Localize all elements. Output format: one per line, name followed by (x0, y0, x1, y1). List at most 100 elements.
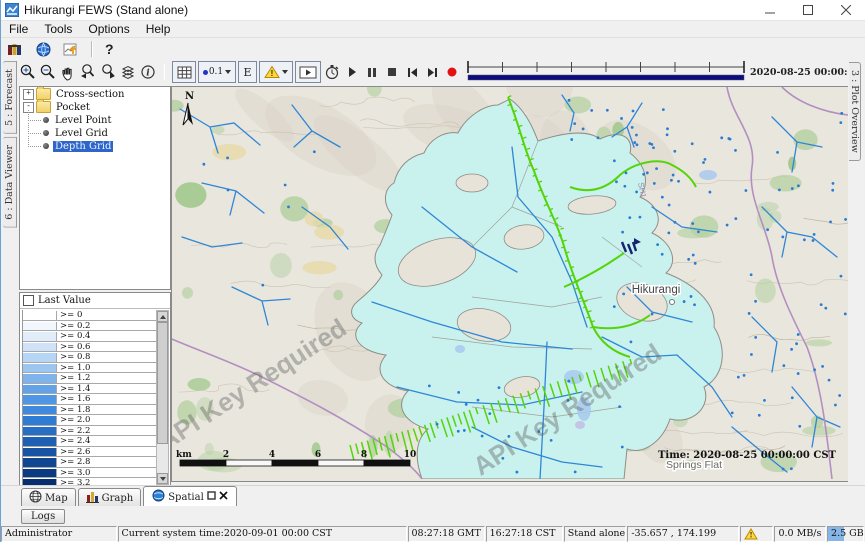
status-bar: AdministratorCurrent system time:2020-09… (1, 526, 865, 542)
legend-label: >= 3.0 (57, 469, 90, 478)
svg-text:km: km (176, 450, 192, 460)
zoom-previous-icon[interactable] (78, 62, 98, 82)
town-marker (670, 300, 675, 305)
restore-icon[interactable] (207, 491, 216, 503)
legend-row[interactable]: >= 2.0 (23, 415, 157, 426)
legend-swatch (23, 374, 57, 383)
legend-label: >= 1.2 (57, 374, 90, 383)
logs-button[interactable]: Logs (21, 509, 65, 524)
timer-icon[interactable] (322, 62, 342, 82)
menu-item-help[interactable]: Help (138, 22, 179, 36)
legend-row[interactable]: >= 0.6 (23, 342, 157, 353)
legend-label: >= 1.0 (57, 364, 90, 373)
close-button[interactable] (827, 0, 865, 20)
tree-item-label[interactable]: Cross-section (54, 89, 126, 100)
skip-start-icon[interactable] (402, 62, 422, 82)
layers-icon[interactable] (118, 62, 138, 82)
minimize-button[interactable] (751, 0, 789, 20)
left-tab[interactable]: 6 : Data Viewer (3, 137, 17, 228)
warning-dropdown[interactable]: ! (259, 61, 293, 83)
tree-item[interactable]: Level Point (23, 114, 170, 126)
zoom-out-icon[interactable] (38, 62, 58, 82)
status-cell: 08:27:18 GMT (408, 526, 485, 542)
video-play-button[interactable] (295, 61, 321, 83)
logs-row: Logs (1, 506, 865, 526)
menu-item-file[interactable]: File (1, 22, 36, 36)
scroll-down-icon[interactable] (157, 473, 168, 484)
legend-scrollbar[interactable] (156, 310, 169, 485)
labels-button[interactable]: E (238, 61, 257, 83)
tree-item[interactable]: Level Grid (23, 127, 170, 139)
last-value-checkbox[interactable] (23, 295, 34, 306)
legend-row[interactable]: >= 0.4 (23, 331, 157, 342)
time-slider[interactable] (466, 60, 746, 85)
legend-row[interactable]: >= 1.2 (23, 373, 157, 384)
legend-row[interactable]: >= 1.0 (23, 363, 157, 374)
status-memory: 2.5 GB (827, 526, 864, 542)
legend-row[interactable]: >= 3.0 (23, 468, 157, 479)
record-icon[interactable] (442, 62, 462, 82)
legend-row[interactable]: >= 2.2 (23, 426, 157, 437)
close-tab-icon[interactable] (219, 491, 228, 503)
expand-icon[interactable]: + (23, 89, 34, 100)
spatial-globe-icon (152, 489, 165, 505)
tab-map[interactable]: Map (21, 488, 76, 507)
help-icon[interactable]: ? (99, 41, 120, 57)
legend-swatch (23, 458, 57, 467)
svg-text:N: N (185, 91, 194, 102)
zoom-next-icon[interactable] (98, 62, 118, 82)
legend-row[interactable]: >= 0.8 (23, 352, 157, 363)
legend-row[interactable]: >= 2.4 (23, 436, 157, 447)
pause-icon[interactable] (362, 62, 382, 82)
map-container: SH1 Hikurangi Springs Flat API Key Requi… (171, 86, 851, 482)
legend-label: >= 2.8 (57, 458, 90, 467)
tab-label: Spatial (168, 492, 204, 503)
globe-icon[interactable] (33, 40, 53, 58)
right-tab-plot-overview[interactable]: 3 : Plot Overview (849, 62, 861, 161)
skip-end-icon[interactable] (422, 62, 442, 82)
menu-item-tools[interactable]: Tools (36, 22, 80, 36)
legend-row[interactable]: >= 3.2 (23, 478, 157, 485)
tree-item-label[interactable]: Depth Grid (53, 141, 113, 152)
legend-row[interactable]: >= 0.2 (23, 321, 157, 332)
tab-spatial[interactable]: Spatial (143, 486, 237, 507)
legend-label: >= 1.6 (57, 395, 90, 404)
status-warning-icon[interactable]: ! (740, 526, 773, 542)
value-scale-dropdown[interactable]: 0.1 (198, 61, 236, 83)
tree-item-label[interactable]: Level Point (53, 115, 114, 126)
menu-item-options[interactable]: Options (80, 22, 137, 36)
grid-button[interactable] (172, 61, 196, 83)
chart-icon[interactable] (61, 40, 81, 58)
legend-row[interactable]: >= 0 (23, 310, 157, 321)
play-icon[interactable] (342, 62, 362, 82)
tree-item[interactable]: Depth Grid (23, 140, 170, 152)
legend-row[interactable]: >= 1.6 (23, 394, 157, 405)
left-tab[interactable]: 5 : Forecast (3, 61, 17, 134)
info-icon[interactable]: i (138, 62, 158, 82)
maximize-button[interactable] (789, 0, 827, 20)
legend-row[interactable]: >= 1.4 (23, 384, 157, 395)
legend-row[interactable]: >= 2.6 (23, 447, 157, 458)
database-icon[interactable] (5, 40, 25, 58)
application-window: Hikurangi FEWS (Stand alone) FileToolsOp… (0, 0, 865, 542)
tree-item[interactable]: -Pocket (23, 101, 170, 113)
tree-connector (28, 136, 41, 147)
tree-connector (28, 123, 41, 134)
scroll-up-icon[interactable] (157, 311, 168, 322)
tree-item[interactable]: + Cross-section (23, 88, 170, 100)
legend-swatch (23, 448, 57, 457)
legend-panel: Last Value >= 0>= 0.2>= 0.4>= 0.6>= 0.8>… (19, 292, 171, 487)
stop-icon[interactable] (382, 62, 402, 82)
map-canvas[interactable]: SH1 Hikurangi Springs Flat API Key Requi… (172, 87, 848, 479)
right-tab-strip: 3 : Plot Overview (848, 58, 865, 485)
zoom-in-icon[interactable] (18, 62, 38, 82)
pan-hand-icon[interactable] (58, 62, 78, 82)
scrollbar-thumb[interactable] (157, 322, 168, 444)
tree-item-label[interactable]: Pocket (54, 102, 92, 113)
legend-swatch (23, 353, 57, 362)
tab-graph[interactable]: Graph (78, 488, 142, 507)
legend-label: >= 0.2 (57, 322, 90, 331)
tree-item-label[interactable]: Level Grid (53, 128, 110, 139)
legend-row[interactable]: >= 1.8 (23, 405, 157, 416)
legend-row[interactable]: >= 2.8 (23, 457, 157, 468)
